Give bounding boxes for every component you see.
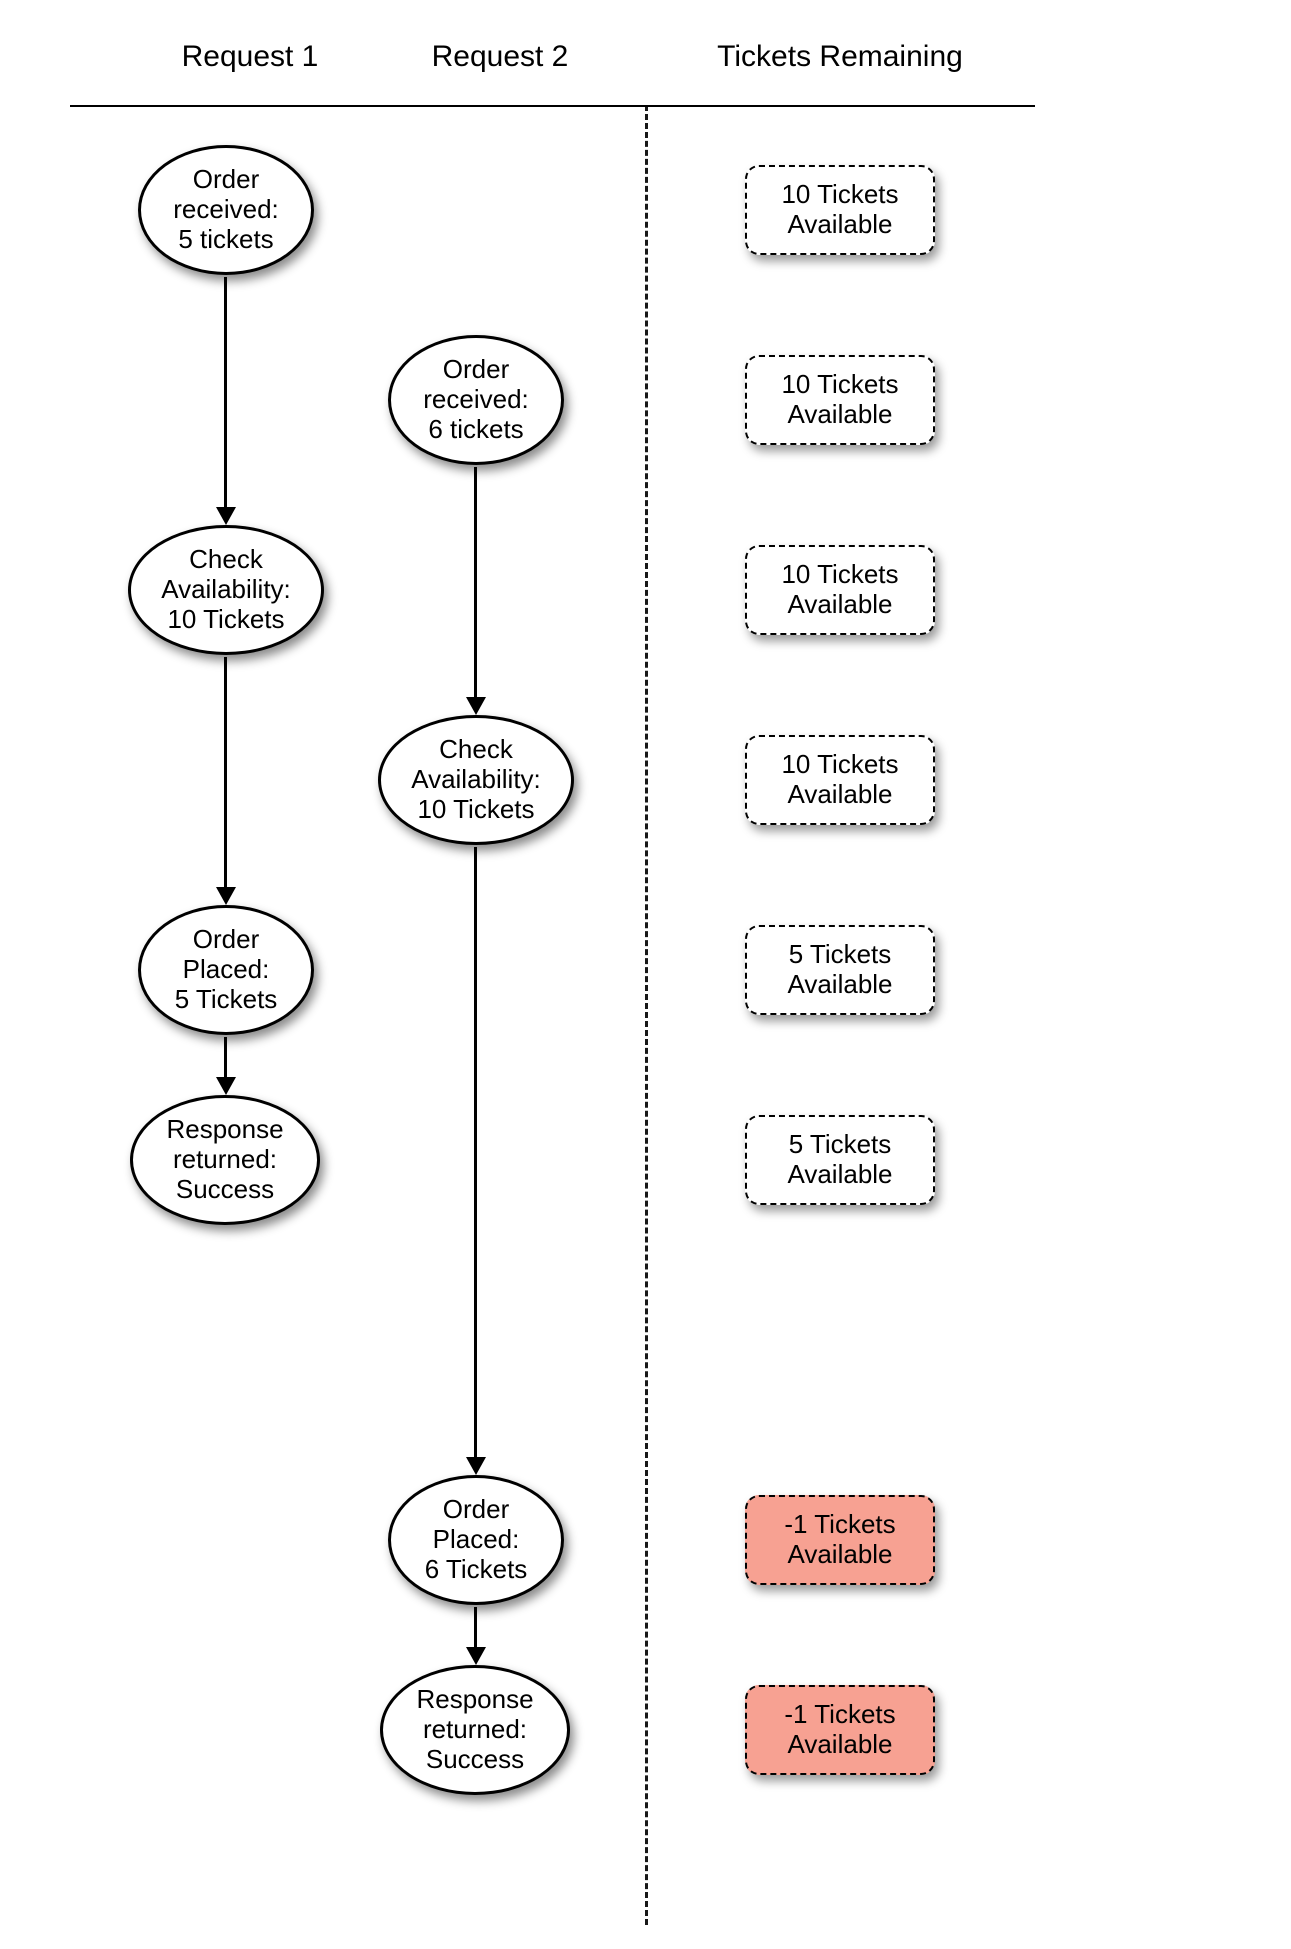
req1-node-order-received: Order received: 5 tickets [138,145,314,275]
state-box: 10 Tickets Available [745,165,935,255]
arrowhead-icon [216,507,236,525]
arrow [224,277,227,507]
state-box: 10 Tickets Available [745,545,935,635]
req2-node-order-received: Order received: 6 tickets [388,335,564,465]
req1-node-order-placed: Order Placed: 5 Tickets [138,905,314,1035]
arrowhead-icon [466,697,486,715]
req1-node-response-success: Response returned: Success [130,1095,320,1225]
column-header-request1: Request 1 [120,40,380,74]
header-rule [70,105,1035,107]
arrowhead-icon [216,1077,236,1095]
state-box: 10 Tickets Available [745,735,935,825]
arrowhead-icon [216,887,236,905]
arrow [474,467,477,697]
req1-node-check-availability: Check Availability: 10 Tickets [128,525,324,655]
state-box: 5 Tickets Available [745,925,935,1015]
state-box-error: -1 Tickets Available [745,1495,935,1585]
state-box-error: -1 Tickets Available [745,1685,935,1775]
req2-node-order-placed: Order Placed: 6 Tickets [388,1475,564,1605]
arrowhead-icon [466,1457,486,1475]
arrow [474,847,477,1457]
column-header-request2: Request 2 [370,40,630,74]
column-header-remaining: Tickets Remaining [660,40,1020,74]
column-divider [645,105,648,1925]
arrowhead-icon [466,1647,486,1665]
diagram-root: Request 1 Request 2 Tickets Remaining Or… [0,0,1291,1949]
arrow [474,1607,477,1647]
arrow [224,657,227,887]
req2-node-check-availability: Check Availability: 10 Tickets [378,715,574,845]
req2-node-response-success: Response returned: Success [380,1665,570,1795]
state-box: 5 Tickets Available [745,1115,935,1205]
state-box: 10 Tickets Available [745,355,935,445]
arrow [224,1037,227,1077]
